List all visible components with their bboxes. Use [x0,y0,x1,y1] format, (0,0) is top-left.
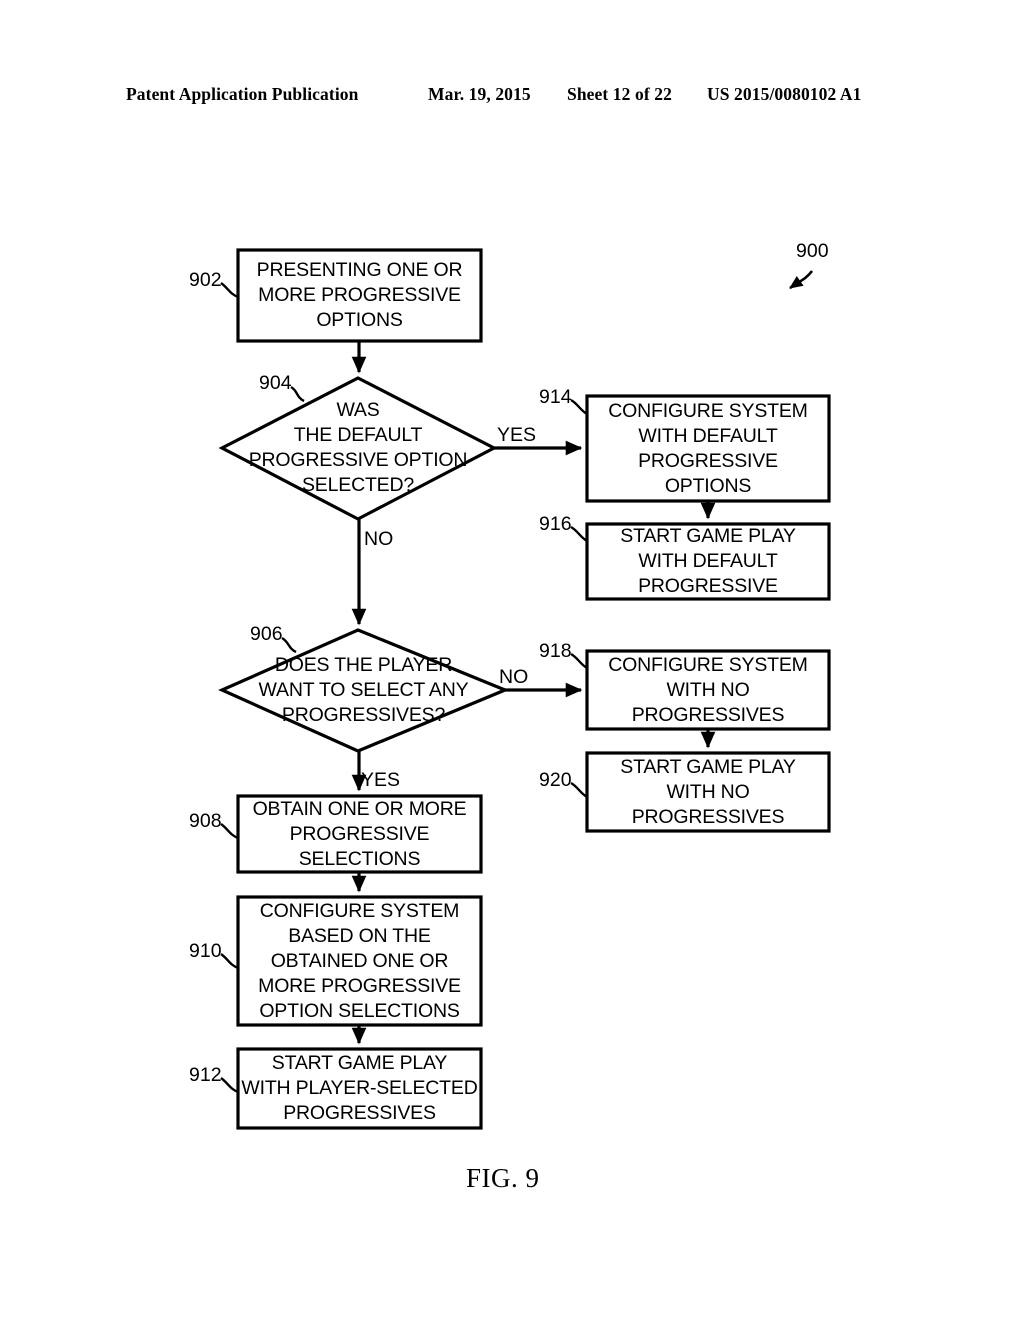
leader-912 [220,1077,239,1094]
reference-numeral-916: 916 [539,513,572,535]
node-box-902 [236,248,483,343]
reference-numeral-902: 902 [189,269,222,291]
leader-910 [220,953,239,970]
node-box-920 [585,751,831,833]
leader-902 [220,282,239,299]
node-box-916 [585,522,831,601]
leader-920 [570,781,588,799]
reference-numeral-910: 910 [189,940,222,962]
node-box-912 [236,1047,483,1130]
reference-numeral-918: 918 [539,640,572,662]
reference-numeral-908: 908 [189,810,222,832]
branch-label-yes-906: YES [361,769,401,791]
node-box-918 [585,649,831,731]
leader-918 [570,652,588,670]
branch-label-yes-904: YES [497,424,537,446]
leader-904 [290,385,305,403]
branch-label-no-904: NO [364,528,394,550]
reference-numeral-912: 912 [189,1064,222,1086]
node-box-914 [585,394,831,503]
leader-916 [570,525,588,543]
patent-figure: PRESENTING ONE OR MORE PROGRESSIVE OPTIO… [0,0,1024,1320]
node-box-910 [236,895,483,1027]
node-box-908 [236,794,483,874]
leader-906 [281,636,297,654]
branch-label-no-906: NO [499,666,529,688]
node-diamond-904 [218,376,498,521]
leader-908 [220,823,239,840]
node-diamond-906 [218,628,510,753]
figure-caption: FIG. 9 [466,1163,540,1193]
flowchart-svg [218,248,831,1130]
reference-numeral-904: 904 [259,372,292,394]
leader-900 [789,270,814,290]
reference-numeral-914: 914 [539,386,572,408]
reference-numeral-920: 920 [539,769,572,791]
reference-numeral-906: 906 [250,623,283,645]
leader-914 [570,398,588,416]
reference-numeral-900: 900 [796,240,829,262]
